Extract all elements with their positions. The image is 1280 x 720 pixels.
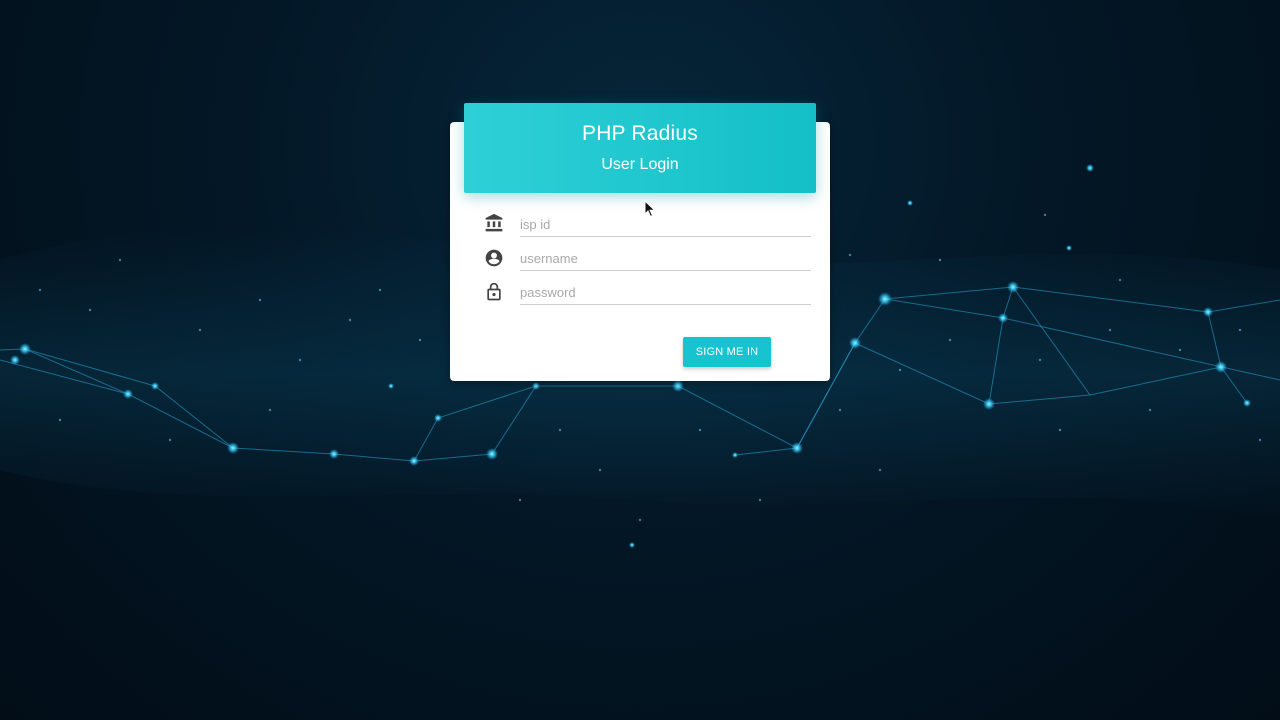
bank-icon bbox=[485, 213, 503, 232]
login-subtitle: User Login bbox=[601, 156, 679, 173]
lock-icon bbox=[487, 282, 501, 301]
account-circle-icon bbox=[485, 249, 503, 267]
password-input[interactable] bbox=[520, 280, 811, 305]
sign-in-button[interactable]: SIGN ME IN bbox=[683, 337, 771, 367]
isp-id-input[interactable] bbox=[520, 212, 811, 237]
app-title: PHP Radius bbox=[581, 122, 698, 145]
mouse-cursor-icon bbox=[644, 200, 656, 218]
username-input[interactable] bbox=[520, 246, 811, 271]
login-card-header: PHP Radius User Login bbox=[464, 103, 816, 193]
